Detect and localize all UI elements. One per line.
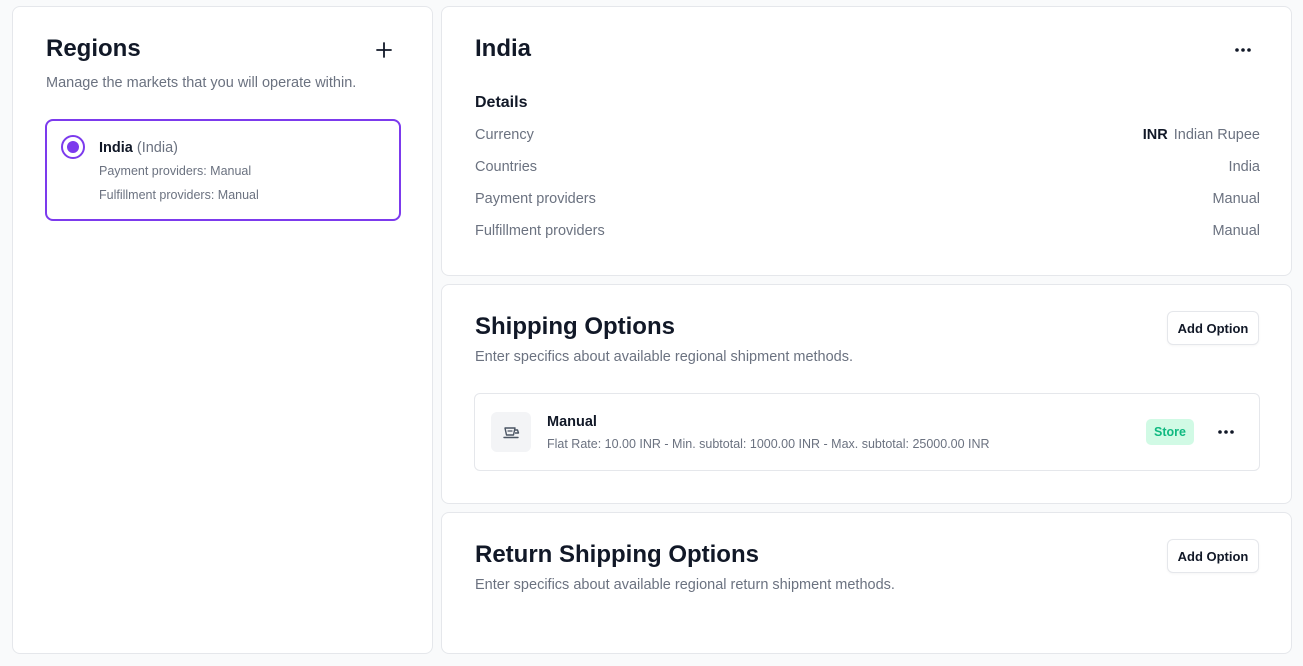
region-name-line: India (India): [99, 140, 178, 156]
shipping-option-description: Flat Rate: 10.00 INR - Min. subtotal: 10…: [547, 437, 990, 451]
plus-icon: [376, 42, 392, 58]
shipping-option-name: Manual: [547, 414, 597, 430]
shipping-options-card: Shipping Options Add Option Enter specif…: [441, 284, 1292, 504]
details-heading: Details: [475, 94, 528, 111]
detail-label: Currency: [475, 127, 534, 143]
detail-row-countries: Countries India: [475, 159, 1260, 181]
more-horizontal-icon: [1235, 48, 1251, 52]
currency-code: INR: [1142, 127, 1168, 143]
return-shipping-options-title: Return Shipping Options: [475, 541, 759, 568]
currency-name: Indian Rupee: [1173, 127, 1260, 143]
add-return-shipping-option-button[interactable]: Add Option: [1167, 539, 1259, 573]
detail-value: INR Indian Rupee: [1143, 127, 1260, 143]
detail-value: Manual: [1212, 191, 1260, 207]
detail-value: Manual: [1212, 223, 1260, 239]
more-horizontal-icon: [1218, 430, 1234, 434]
add-region-button[interactable]: [371, 37, 397, 63]
regions-title: Regions: [46, 35, 141, 62]
shipping-option-item: Manual Flat Rate: 10.00 INR - Min. subto…: [474, 393, 1260, 471]
region-actions-button[interactable]: [1228, 39, 1258, 61]
shipping-options-subtitle: Enter specifics about available regional…: [475, 349, 854, 365]
detail-label: Fulfillment providers: [475, 223, 605, 239]
shipping-options-title: Shipping Options: [475, 313, 675, 340]
return-shipping-options-subtitle: Enter specifics about available regional…: [475, 577, 895, 593]
regions-subtitle: Manage the markets that you will operate…: [46, 75, 357, 91]
add-shipping-option-button[interactable]: Add Option: [1167, 311, 1259, 345]
region-fulfillment-providers: Fulfillment providers: Manual: [99, 188, 259, 202]
shipping-option-actions-button[interactable]: [1212, 421, 1240, 443]
region-name: India: [99, 140, 133, 156]
radio-selected-dot: [67, 141, 79, 153]
detail-label: Countries: [475, 159, 538, 175]
detail-value: India: [1228, 159, 1260, 175]
status-badge: Store: [1146, 419, 1194, 445]
regions-panel: Regions Manage the markets that you will…: [12, 6, 433, 654]
region-payment-providers: Payment providers: Manual: [99, 164, 252, 178]
region-details-card: India Details Currency INR Indian Rupee C…: [441, 6, 1292, 276]
region-item-india[interactable]: India (India) Payment providers: Manual …: [45, 119, 401, 221]
detail-label: Payment providers: [475, 191, 596, 207]
detail-row-currency: Currency INR Indian Rupee: [475, 127, 1260, 149]
return-shipping-options-card: Return Shipping Options Add Option Enter…: [441, 512, 1292, 654]
region-radio[interactable]: [61, 135, 85, 159]
region-detail-title: India: [475, 35, 532, 62]
region-country: (India): [136, 140, 178, 156]
shipping-icon: [503, 427, 520, 439]
shipping-icon-box: [491, 412, 531, 452]
detail-row-payment-providers: Payment providers Manual: [475, 191, 1260, 213]
detail-row-fulfillment-providers: Fulfillment providers Manual: [475, 223, 1260, 245]
